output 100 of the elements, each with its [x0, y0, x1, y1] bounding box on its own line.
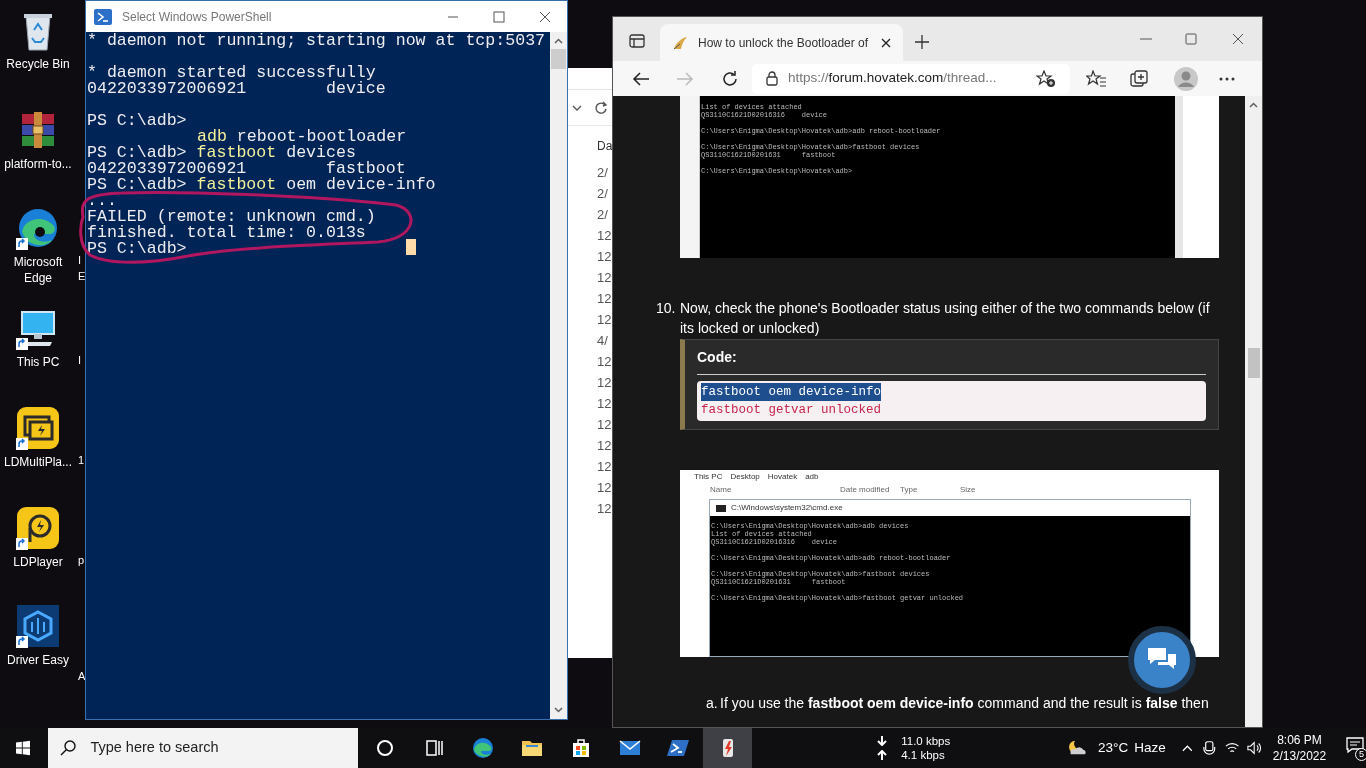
column-header: Name	[710, 484, 733, 496]
terminal-text: PS C:\adb>	[87, 145, 188, 161]
search-icon	[60, 740, 77, 756]
url-text: https://forum.hovatek.com/thread...	[788, 69, 998, 88]
list-number: a.	[706, 694, 719, 713]
table-cell-text: 12	[597, 311, 612, 329]
table-cell-text: 12	[597, 437, 612, 455]
table-cell-text: 2/	[597, 164, 608, 182]
table-cell-text: 12	[597, 269, 612, 287]
scroll-up-icon[interactable]	[1249, 102, 1258, 108]
download-arrow-icon	[877, 736, 888, 746]
maximize-icon[interactable]	[1185, 33, 1197, 45]
table-cell-text: 2/	[597, 206, 608, 224]
multi-window-icon[interactable]	[16, 406, 60, 450]
breadcrumb-item: Hovatek	[767, 471, 798, 483]
add-favorite-icon[interactable]	[1036, 69, 1056, 88]
new-tab-icon[interactable]	[915, 35, 929, 49]
weather-condition[interactable]: Haze	[1134, 737, 1166, 759]
windows-start-icon[interactable]	[16, 740, 31, 756]
refresh-icon[interactable]	[594, 100, 608, 115]
terminal-text: PS C:\adb>	[87, 241, 187, 257]
browser-tab[interactable]: How to unlock the Bootloader of	[660, 24, 903, 61]
upload-arrow-icon	[877, 750, 888, 760]
notification-icon[interactable]	[1346, 737, 1365, 753]
table-cell-text: 12	[597, 395, 612, 413]
column-header[interactable]: Da	[597, 136, 613, 156]
scrollbar-thumb[interactable]	[551, 49, 566, 69]
desktop-icon-label[interactable]: LDPlayer	[0, 554, 76, 570]
desktop-icon-label[interactable]: Driver Easy	[0, 652, 76, 668]
scrollbar[interactable]	[1245, 96, 1262, 727]
desktop-icon-label[interactable]: E	[78, 268, 86, 284]
command-text: fastboot	[196, 145, 277, 161]
code-line: fastboot getvar unlocked	[701, 402, 882, 419]
scroll-down-icon[interactable]	[554, 707, 563, 713]
scrollbar[interactable]	[550, 32, 567, 719]
address-bar[interactable]: https://forum.hovatek.com/thread...	[752, 63, 1070, 94]
terminal-text: FAILED (remote: unknown cmd.)	[87, 209, 376, 225]
clock[interactable]: 8:06 PM 2/13/2022	[1272, 732, 1327, 764]
taskbar-app[interactable]	[703, 728, 753, 768]
favorites-icon[interactable]	[1086, 69, 1106, 88]
terminal-text: ...	[87, 193, 117, 209]
console-icon	[716, 504, 726, 512]
close-icon[interactable]	[1232, 33, 1244, 45]
breadcrumb-item: adb	[805, 471, 819, 483]
desktop-icon-label[interactable]: Recycle Bin	[0, 56, 76, 72]
desktop-icon-label[interactable]: A	[78, 668, 86, 684]
column-header: Type	[900, 484, 919, 496]
volume-icon[interactable]	[1247, 741, 1262, 755]
breadcrumb-item: This PC	[694, 471, 723, 483]
terminal-text: devices	[285, 145, 356, 161]
table-cell-text: 12	[597, 353, 612, 371]
column-header: Date modified	[840, 484, 891, 496]
terminal-text: PS C:\adb>	[87, 113, 187, 129]
weather-icon[interactable]	[1067, 739, 1087, 757]
terminal-text: finished. total time: 0.013s	[87, 225, 366, 241]
network-speed: 11.0 kbps	[901, 734, 951, 748]
temperature[interactable]: 23°C	[1098, 737, 1129, 759]
table-cell-text: 2/	[597, 185, 608, 203]
maximize-icon[interactable]	[493, 10, 505, 23]
desktop-icon-label[interactable]: I	[78, 352, 82, 368]
scroll-up-icon[interactable]	[554, 38, 563, 44]
desktop-icon-label[interactable]: LDMultiPla...	[0, 454, 76, 470]
table-cell-text: 12	[597, 416, 612, 434]
collections-icon[interactable]	[1130, 69, 1150, 88]
refresh-icon[interactable]	[721, 69, 739, 88]
table-cell-text: 12	[597, 374, 612, 392]
edge-icon[interactable]	[16, 206, 60, 250]
scrollbar-thumb[interactable]	[1247, 348, 1260, 378]
tab-actions-icon[interactable]	[629, 33, 645, 49]
more-icon[interactable]	[1219, 76, 1235, 81]
text-cursor	[406, 239, 416, 255]
terminal-text: * daemon not running; starting now at tcp:5037	[87, 33, 546, 49]
terminal-text: reboot-bootloader	[236, 129, 407, 145]
terminal-text: * daemon started successfully	[87, 65, 376, 81]
player-icon[interactable]	[16, 506, 60, 550]
wifi-icon[interactable]	[1225, 741, 1240, 755]
desktop-icon-label[interactable]: platform-to...	[0, 156, 76, 172]
desktop-icon-label[interactable]: Microsoft Edge	[0, 254, 76, 286]
table-cell-text: 12	[597, 227, 612, 245]
close-icon[interactable]	[881, 37, 891, 48]
desktop-icon-label[interactable]: 1	[78, 452, 85, 468]
notification-count: 5	[1355, 748, 1366, 761]
column-header: Size	[960, 484, 977, 496]
terminal-text: oem device-info	[285, 177, 436, 193]
search-field[interactable]: Type here to search	[48, 728, 359, 768]
table-cell-text: 4/	[597, 332, 608, 350]
cube-icon[interactable]	[16, 604, 60, 648]
back-icon[interactable]	[632, 70, 650, 87]
table-cell-text: 12	[597, 500, 612, 518]
caret-up-icon[interactable]	[1181, 744, 1193, 752]
desktop-icon-label[interactable]: I	[78, 252, 82, 268]
terminal-text: 0422033972006921 fastboot	[87, 161, 406, 177]
close-icon[interactable]	[539, 10, 551, 23]
desktop-icon-label[interactable]: This PC	[0, 354, 76, 370]
table-cell-text: 12	[597, 458, 612, 476]
breadcrumb-item: Desktop	[730, 471, 760, 483]
search-placeholder: Type here to search	[90, 738, 219, 758]
desktop-icon-label[interactable]: p	[78, 552, 85, 568]
network-speed: 4.1 kbps	[901, 748, 945, 762]
profile-avatar[interactable]	[1174, 66, 1198, 91]
